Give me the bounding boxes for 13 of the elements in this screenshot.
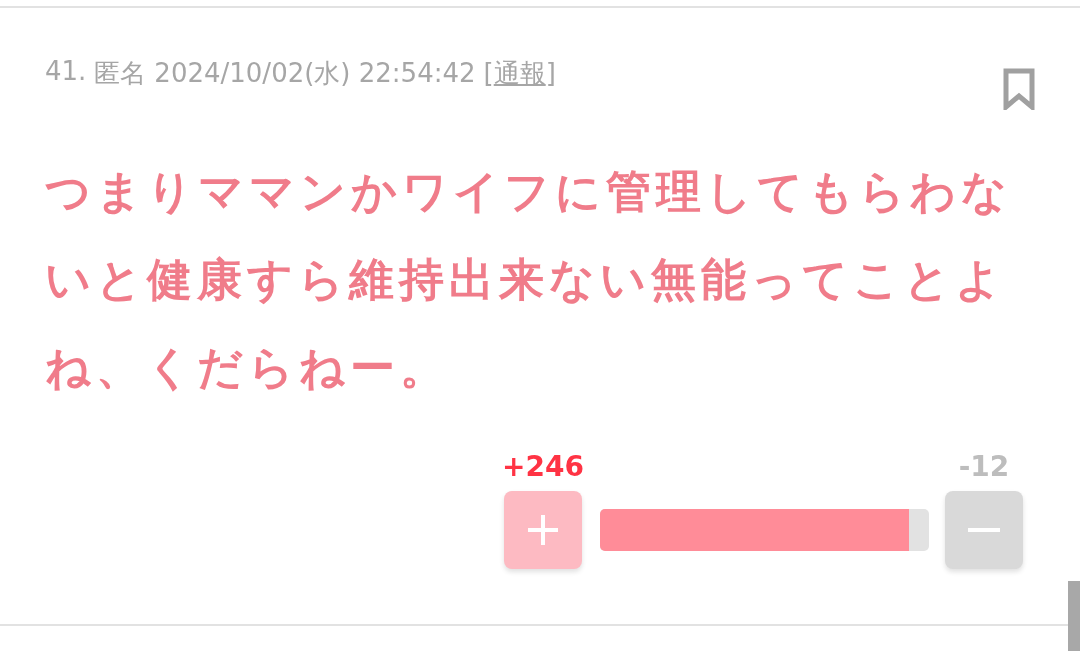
- upvote-count: +246: [502, 450, 584, 483]
- downvote-button[interactable]: [944, 491, 1023, 569]
- plus-icon: [526, 514, 559, 546]
- report-link[interactable]: [通報]: [483, 56, 556, 91]
- downvote-count: -12: [958, 450, 1010, 483]
- author-name: 匿名: [94, 57, 147, 90]
- minus-icon: [967, 527, 1000, 533]
- comment-number: 41.: [45, 56, 87, 88]
- bookmark-icon[interactable]: [1003, 68, 1035, 110]
- comment-text: つまりママンかワイフに管理してもらわないと健康すら維持出来ない無能ってことよね、くだらねー。: [45, 164, 1013, 396]
- post-datetime: 2024/10/02(水) 22:54:42: [154, 57, 476, 90]
- scrollbar-thumb[interactable]: [1068, 581, 1080, 651]
- upvote-button[interactable]: [503, 491, 582, 569]
